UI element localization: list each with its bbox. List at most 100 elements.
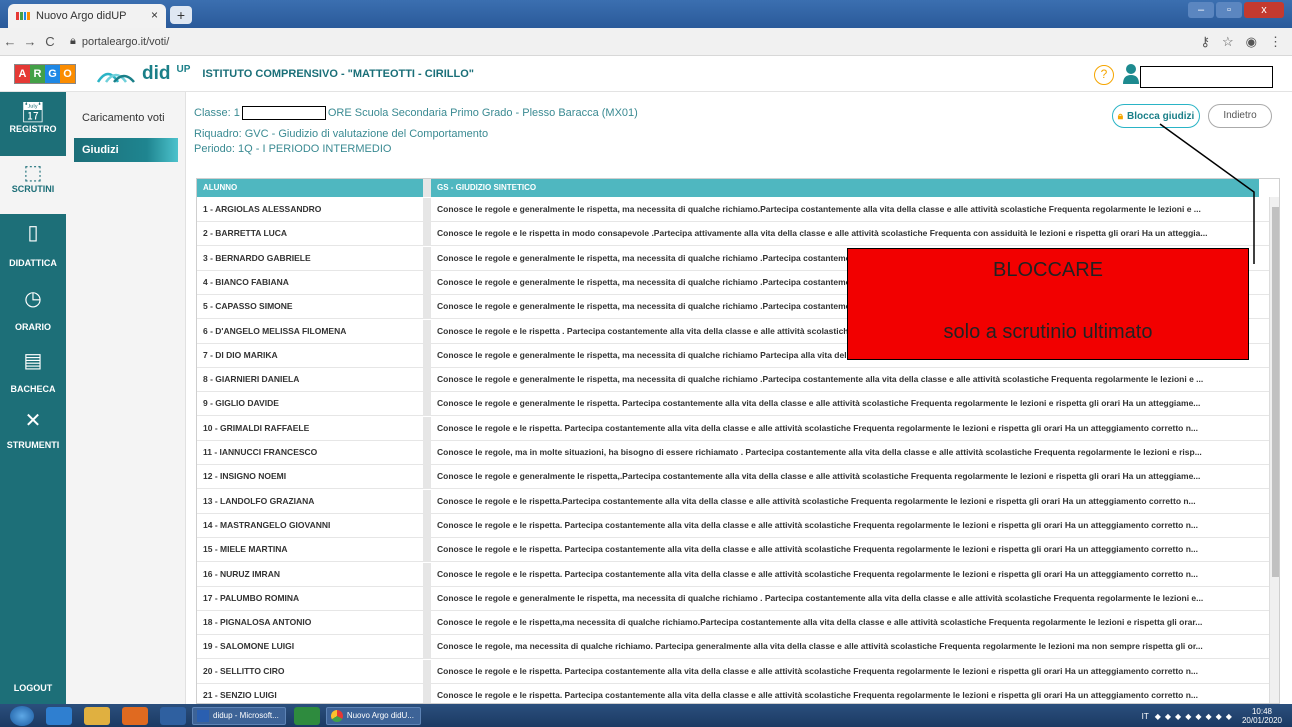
- student-name-cell[interactable]: 20 - SELLITTO CIRO: [197, 659, 431, 683]
- student-name-cell[interactable]: 1 - ARGIOLAS ALESSANDRO: [197, 198, 431, 221]
- student-name-cell[interactable]: 18 - PIGNALOSA ANTONIO: [197, 611, 431, 635]
- excel-icon[interactable]: [293, 706, 320, 725]
- giudizio-cell[interactable]: Conosce le regole, ma in molte situazion…: [431, 441, 1269, 464]
- back-icon[interactable]: ←: [0, 34, 20, 49]
- url-field[interactable]: 🔒︎ portaleargo.it/voti/: [70, 35, 169, 48]
- table-row[interactable]: 18 - PIGNALOSA ANTONIO Conosce le regole …: [197, 611, 1269, 636]
- student-name-cell[interactable]: 8 - GIARNIERI DANIELA: [197, 368, 431, 392]
- giudizio-cell[interactable]: Conosce le regole e le rispetta. Parteci…: [431, 417, 1269, 440]
- logout-button[interactable]: LOGOUT: [0, 683, 66, 693]
- table-row[interactable]: 11 - IANNUCCI FRANCESCO Conosce le regole…: [197, 441, 1269, 465]
- giudizio-cell[interactable]: Conosce le regole e generalmente le risp…: [431, 465, 1269, 488]
- profile-icon[interactable]: ◉: [1246, 34, 1257, 50]
- clock-icon: ◷: [24, 288, 42, 310]
- close-window-button[interactable]: x: [1244, 2, 1284, 18]
- browser-tab[interactable]: Nuovo Argo didUP ×: [8, 4, 166, 28]
- table-row[interactable]: 12 - INSIGNO NOEMI Conosce le regole e ge…: [197, 465, 1269, 490]
- help-icon[interactable]: ?: [1094, 65, 1114, 85]
- nav-strumenti[interactable]: ✕ STRUMENTI: [0, 410, 66, 450]
- user-icon[interactable]: [1122, 63, 1140, 85]
- media-player-icon[interactable]: [160, 706, 186, 725]
- key-icon[interactable]: ⚷: [1200, 34, 1210, 50]
- firefox-icon[interactable]: [122, 706, 148, 725]
- logo-letter: A: [15, 64, 30, 83]
- ie-icon[interactable]: [46, 706, 72, 725]
- student-name-cell[interactable]: 17 - PALUMBO ROMINA: [197, 586, 431, 610]
- maximize-button[interactable]: ▫: [1216, 2, 1242, 18]
- star-icon[interactable]: ☆: [1222, 34, 1234, 50]
- table-row[interactable]: 14 - MASTRANGELO GIOVANNI Conosce le rego…: [197, 513, 1269, 538]
- student-name-cell[interactable]: 10 - GRIMALDI RAFFAELE: [197, 416, 431, 440]
- student-name-cell[interactable]: 11 - IANNUCCI FRANCESCO: [197, 441, 431, 464]
- table-row[interactable]: 17 - PALUMBO ROMINA Conosce le regole e g…: [197, 586, 1269, 611]
- taskbar-word[interactable]: didup - Microsoft...: [192, 706, 286, 725]
- nav-registro[interactable]: 📅︎ REGISTRO: [0, 102, 66, 134]
- system-tray: IT ◆◆◆◆◆◆◆◆ 10:48 20/01/2020: [1142, 707, 1282, 725]
- table-row[interactable]: 20 - SELLITTO CIRO Conosce le regole e le…: [197, 659, 1269, 684]
- nav-bacheca[interactable]: ▤ BACHECA: [0, 350, 66, 394]
- nav-scrutini[interactable]: ⬚ SCRUTINI: [0, 156, 66, 214]
- table-row[interactable]: 9 - GIGLIO DAVIDE Conosce le regole e gen…: [197, 392, 1269, 417]
- table-row[interactable]: 15 - MIELE MARTINA Conosce le regole e le…: [197, 538, 1269, 563]
- explorer-icon[interactable]: [84, 706, 110, 725]
- student-name-cell[interactable]: 15 - MIELE MARTINA: [197, 538, 431, 562]
- student-name-cell[interactable]: 3 - BERNARDO GABRIELE: [197, 246, 431, 270]
- language-indicator[interactable]: IT: [1142, 712, 1149, 721]
- giudizio-cell[interactable]: Conosce le regole e le rispetta. Parteci…: [431, 684, 1269, 703]
- class-suffix: ORE Scuola Secondaria Primo Grado - Ples…: [327, 107, 638, 119]
- student-name-cell[interactable]: 5 - CAPASSO SIMONE: [197, 295, 431, 319]
- reload-icon[interactable]: C: [40, 34, 60, 49]
- table-row[interactable]: 2 - BARRETTA LUCA Conosce le regole e le …: [197, 222, 1269, 247]
- header-giudizio[interactable]: GS - GIUDIZIO SINTETICO: [431, 179, 1259, 197]
- giudizio-cell[interactable]: Conosce le regole e generalmente le risp…: [431, 392, 1269, 415]
- nav-orario[interactable]: ◷ ORARIO: [0, 288, 66, 332]
- table-row[interactable]: 21 - SENZIO LUIGI Conosce le regole e le …: [197, 684, 1269, 703]
- menu-icon[interactable]: ⋮: [1269, 34, 1282, 50]
- submenu-caricamento-voti[interactable]: Caricamento voti: [74, 106, 178, 130]
- submenu-giudizi[interactable]: Giudizi: [74, 138, 178, 162]
- giudizio-cell[interactable]: Conosce le regole e le rispetta in modo …: [431, 222, 1269, 245]
- student-name-cell[interactable]: 6 - D'ANGELO MELISSA FILOMENA: [197, 319, 431, 343]
- student-name-cell[interactable]: 21 - SENZIO LUIGI: [197, 684, 431, 703]
- giudizio-cell[interactable]: Conosce le regole e le rispetta.Partecip…: [431, 490, 1269, 513]
- clock[interactable]: 10:48 20/01/2020: [1242, 707, 1282, 725]
- forward-icon[interactable]: →: [20, 34, 40, 49]
- table-scrollbar[interactable]: [1269, 197, 1279, 703]
- start-button[interactable]: [10, 705, 34, 726]
- giudizio-cell[interactable]: Conosce le regole e le rispetta,ma neces…: [431, 611, 1269, 634]
- table-row[interactable]: 8 - GIARNIERI DANIELA Conosce le regole e…: [197, 368, 1269, 393]
- new-tab-button[interactable]: +: [170, 6, 192, 24]
- student-name-cell[interactable]: 9 - GIGLIO DAVIDE: [197, 392, 431, 416]
- giudizio-cell[interactable]: Conosce le regole e le rispetta. Parteci…: [431, 660, 1269, 683]
- student-name-cell[interactable]: 13 - LANDOLFO GRAZIANA: [197, 489, 431, 513]
- student-name-cell[interactable]: 2 - BARRETTA LUCA: [197, 222, 431, 246]
- student-name-cell[interactable]: 14 - MASTRANGELO GIOVANNI: [197, 513, 431, 537]
- student-name-cell[interactable]: 16 - NURUZ IMRAN: [197, 562, 431, 586]
- student-name-cell[interactable]: 4 - BIANCO FABIANA: [197, 270, 431, 294]
- annotation-callout: BLOCCARE solo a scrutinio ultimato: [847, 248, 1249, 360]
- student-name-cell[interactable]: 12 - INSIGNO NOEMI: [197, 465, 431, 489]
- minimize-button[interactable]: –: [1188, 2, 1214, 18]
- table-row[interactable]: 13 - LANDOLFO GRAZIANA Conosce le regole …: [197, 489, 1269, 514]
- taskbar-chrome[interactable]: Nuovo Argo didU...: [325, 706, 421, 725]
- giudizio-cell[interactable]: Conosce le regole e generalmente le risp…: [431, 198, 1269, 221]
- giudizio-cell[interactable]: Conosce le regole e le rispetta. Parteci…: [431, 514, 1269, 537]
- tab-close-icon[interactable]: ×: [151, 8, 158, 22]
- giudizio-cell[interactable]: Conosce le regole e generalmente le risp…: [431, 587, 1269, 610]
- giudizio-cell[interactable]: Conosce le regole e le rispetta. Parteci…: [431, 563, 1269, 586]
- header-alunno[interactable]: ALUNNO: [197, 179, 431, 197]
- table-row[interactable]: 16 - NURUZ IMRAN Conosce le regole e le r…: [197, 562, 1269, 587]
- giudizio-cell[interactable]: Conosce le regole, ma necessita di qualc…: [431, 635, 1269, 658]
- indietro-button[interactable]: Indietro: [1208, 104, 1272, 128]
- blocca-giudizi-button[interactable]: 🔒︎ Blocca giudizi: [1112, 104, 1200, 128]
- tray-icons[interactable]: ◆◆◆◆◆◆◆◆: [1155, 712, 1236, 721]
- table-row[interactable]: 10 - GRIMALDI RAFFAELE Conosce le regole …: [197, 416, 1269, 441]
- scrollbar-thumb[interactable]: [1272, 207, 1279, 577]
- giudizio-cell[interactable]: Conosce le regole e le rispetta. Parteci…: [431, 538, 1269, 561]
- table-row[interactable]: 19 - SALOMONE LUIGI Conosce le regole, ma…: [197, 635, 1269, 660]
- student-name-cell[interactable]: 7 - DI DIO MARIKA: [197, 343, 431, 367]
- student-name-cell[interactable]: 19 - SALOMONE LUIGI: [197, 635, 431, 659]
- nav-didattica[interactable]: ▯ DIDATTICA: [0, 222, 66, 268]
- table-row[interactable]: 1 - ARGIOLAS ALESSANDRO Conosce le regole…: [197, 198, 1269, 222]
- giudizio-cell[interactable]: Conosce le regole e generalmente le risp…: [431, 368, 1269, 391]
